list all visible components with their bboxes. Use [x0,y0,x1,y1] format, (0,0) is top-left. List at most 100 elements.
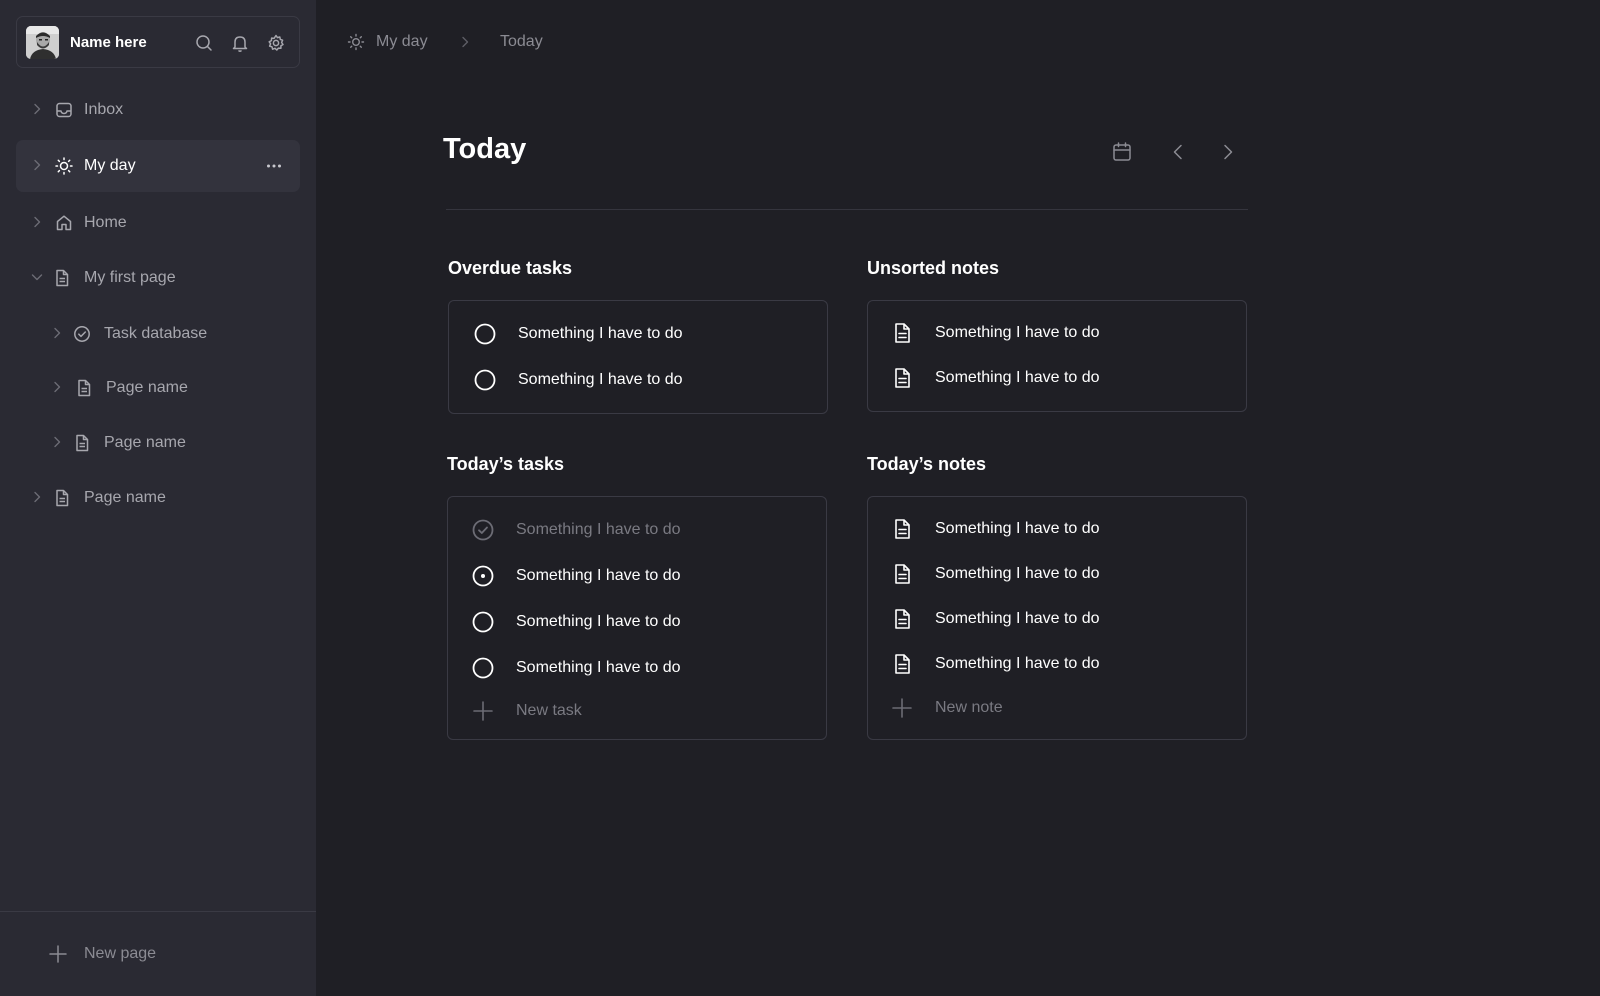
sidebar-item-label: Task database [104,325,208,342]
circle-icon[interactable] [473,368,497,392]
sidebar: Name here Inbox My day Home My first pag… [0,0,316,996]
sidebar-divider [0,911,316,912]
sidebar-item-page-name[interactable]: Page name [16,472,300,524]
section-title-todays-notes: Today’s notes [867,454,987,474]
new-task-button[interactable]: New task [448,691,826,731]
chevron-right-icon[interactable] [30,215,44,229]
document-icon [72,433,92,453]
chevron-right-icon [458,35,472,49]
sidebar-item-label: My day [84,157,136,174]
sidebar-item-label: Page name [104,434,186,451]
circle-icon[interactable] [473,322,497,346]
document-icon [890,607,914,631]
chevron-right-icon[interactable] [50,380,64,394]
circle-icon[interactable] [471,610,495,634]
document-icon [890,321,914,345]
note-item[interactable]: Something I have to do [868,599,1246,639]
note-item[interactable]: Something I have to do [868,554,1246,594]
chevron-down-icon[interactable] [30,270,44,284]
in-progress-icon[interactable] [471,564,495,588]
task-item[interactable]: Something I have to do [449,314,827,354]
task-text: Something I have to do [518,325,683,342]
task-item[interactable]: Something I have to do [449,360,827,400]
section-title-overdue-tasks: Overdue tasks [448,258,573,278]
document-icon [890,562,914,586]
page-title: Today [443,133,527,165]
sidebar-item-page-name[interactable]: Page name [16,362,300,414]
avatar [26,26,59,59]
note-item[interactable]: Something I have to do [868,313,1246,353]
chevron-right-icon[interactable] [1216,140,1240,164]
task-item[interactable]: Something I have to do [448,510,826,550]
task-text: Something I have to do [516,659,681,676]
document-icon [52,268,72,288]
note-text: Something I have to do [935,610,1100,627]
sidebar-item-label: Inbox [84,101,124,118]
more-icon[interactable] [264,156,284,176]
plus-icon [890,696,914,720]
sidebar-item-my-day[interactable]: My day [16,140,300,192]
chevron-left-icon[interactable] [1166,140,1190,164]
chevron-right-icon[interactable] [50,326,64,340]
bell-icon[interactable] [230,33,250,53]
search-icon[interactable] [194,33,214,53]
breadcrumb-label: Today [500,33,543,50]
check-circle-icon [72,324,92,344]
user-card[interactable]: Name here [16,16,300,68]
task-item[interactable]: Something I have to do [448,648,826,688]
calendar-icon[interactable] [1110,140,1134,164]
check-circle-icon[interactable] [471,518,495,542]
sidebar-item-home[interactable]: Home [16,197,300,249]
section-title-todays-tasks: Today’s tasks [447,454,565,474]
note-text: Something I have to do [935,324,1100,341]
inbox-icon [54,100,74,120]
sidebar-item-label: Home [84,214,127,231]
sidebar-item-inbox[interactable]: Inbox [16,84,300,136]
note-text: Something I have to do [935,520,1100,537]
settings-icon[interactable] [266,33,286,53]
breadcrumb-item-today[interactable]: Today [500,30,543,54]
new-task-label: New task [516,702,582,719]
document-icon [52,488,72,508]
sidebar-item-my-first-page[interactable]: My first page [16,252,300,304]
circle-icon[interactable] [471,656,495,680]
todays-tasks-card: Something I have to do Something I have … [447,496,827,740]
breadcrumb-label: My day [376,33,428,50]
header-divider [446,209,1248,210]
note-text: Something I have to do [935,655,1100,672]
chevron-right-icon[interactable] [30,102,44,116]
unsorted-notes-card: Something I have to do Something I have … [867,300,1247,412]
note-item[interactable]: Something I have to do [868,358,1246,398]
task-item[interactable]: Something I have to do [448,602,826,642]
note-text: Something I have to do [935,565,1100,582]
sun-icon [54,156,74,176]
task-text: Something I have to do [516,567,681,584]
note-text: Something I have to do [935,369,1100,386]
new-page-label: New page [84,945,157,962]
task-text: Something I have to do [518,371,683,388]
user-name: Name here [70,34,147,51]
new-note-button[interactable]: New note [868,688,1246,728]
chevron-right-icon[interactable] [30,158,44,172]
section-title-unsorted-notes: Unsorted notes [867,258,1000,278]
document-icon [890,517,914,541]
document-icon [74,378,94,398]
document-icon [890,366,914,390]
task-text: Something I have to do [516,521,681,538]
document-icon [890,652,914,676]
sidebar-item-label: Page name [84,489,166,506]
note-item[interactable]: Something I have to do [868,509,1246,549]
breadcrumb-item-my-day[interactable]: My day [346,30,428,54]
sidebar-item-task-database[interactable]: Task database [16,308,300,360]
plus-icon [48,944,68,964]
chevron-right-icon[interactable] [50,435,64,449]
home-icon [54,213,74,233]
chevron-right-icon[interactable] [30,490,44,504]
note-item[interactable]: Something I have to do [868,644,1246,684]
sun-icon [346,32,366,52]
task-item[interactable]: Something I have to do [448,556,826,596]
sidebar-item-label: My first page [84,269,176,286]
sidebar-item-page-name[interactable]: Page name [16,417,300,469]
todays-notes-card: Something I have to do Something I have … [867,496,1247,740]
sidebar-item-label: Page name [106,379,188,396]
